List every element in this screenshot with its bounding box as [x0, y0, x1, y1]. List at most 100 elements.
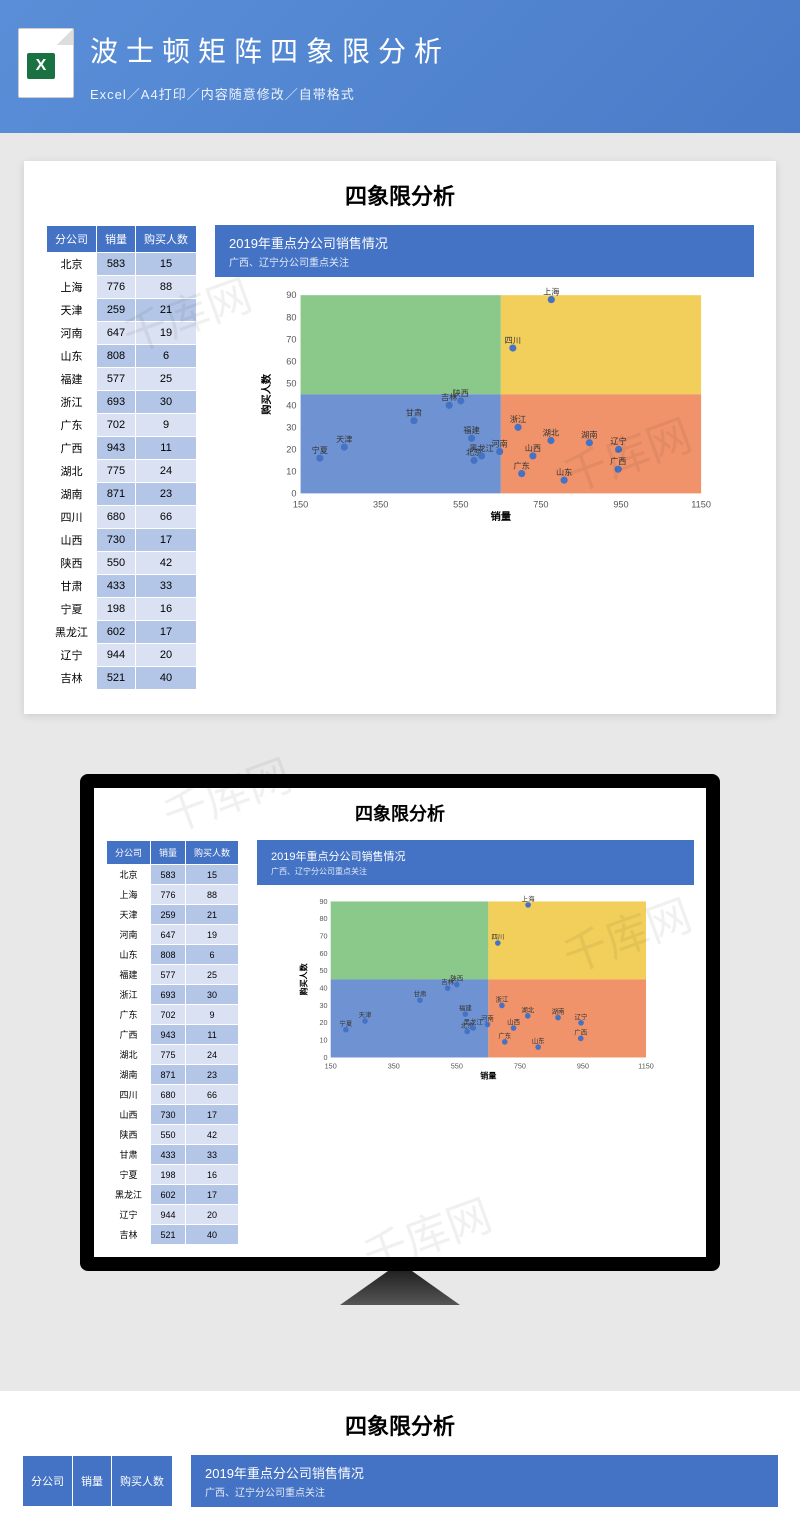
svg-text:90: 90 — [286, 290, 296, 300]
hero-banner: 波士顿矩阵四象限分析 Excel／A4打印／内容随意修改／自带格式 — [0, 0, 800, 133]
svg-text:350: 350 — [388, 1062, 400, 1071]
col-buyers: 购买人数 — [136, 226, 197, 253]
table-row: 湖北77524 — [107, 1045, 239, 1065]
svg-text:山东: 山东 — [532, 1036, 545, 1045]
table-row: 上海77688 — [47, 276, 197, 299]
table-row: 天津25921 — [47, 299, 197, 322]
svg-text:辽宁: 辽宁 — [610, 436, 626, 446]
table-row: 湖南87123 — [107, 1065, 239, 1085]
svg-text:天津: 天津 — [336, 434, 352, 444]
svg-text:湖北: 湖北 — [521, 1005, 534, 1014]
svg-text:河南: 河南 — [491, 438, 507, 448]
table-row: 北京58315 — [47, 253, 197, 276]
svg-text:上海: 上海 — [522, 895, 535, 903]
table-row: 福建57725 — [47, 368, 197, 391]
svg-text:福建: 福建 — [459, 1003, 472, 1012]
table-row: 山西73017 — [47, 529, 197, 552]
table-row: 福建57725 — [107, 965, 239, 985]
chart-panel: 2019年重点分公司销售情况 广西、辽宁分公司重点关注 010203040506… — [215, 225, 754, 690]
svg-text:四川: 四川 — [491, 933, 504, 941]
monitor-card-title: 四象限分析 — [106, 800, 694, 826]
svg-text:80: 80 — [319, 914, 327, 923]
preview-card: 四象限分析 分公司 销量 购买人数 北京58315上海77688天津25921河… — [24, 161, 776, 714]
svg-text:80: 80 — [286, 312, 296, 322]
svg-text:上海: 上海 — [543, 287, 559, 296]
svg-text:四川: 四川 — [505, 336, 521, 345]
svg-text:山东: 山东 — [556, 467, 572, 477]
svg-text:广西: 广西 — [610, 456, 626, 466]
footer-preview: 四象限分析 分公司 销量 购买人数 2019年重点分公司销售情况 广西、辽宁分公… — [0, 1391, 800, 1515]
table-row: 湖北77524 — [47, 460, 197, 483]
monitor-data-table: 分公司 销量 购买人数 北京58315上海77688天津25921河南64719… — [106, 840, 239, 1245]
svg-text:0: 0 — [324, 1053, 328, 1062]
svg-text:750: 750 — [514, 1062, 526, 1071]
table-row: 山东8086 — [107, 945, 239, 965]
chart-subtitle: 广西、辽宁分公司重点关注 — [229, 254, 740, 269]
svg-text:0: 0 — [291, 488, 296, 498]
table-row: 湖南87123 — [47, 483, 197, 506]
monitor-mockup: 四象限分析 分公司 销量 购买人数 北京58315上海77688天津25921河… — [24, 774, 776, 1271]
svg-text:黑龙江: 黑龙江 — [464, 1017, 484, 1026]
table-row: 甘肃43333 — [47, 575, 197, 598]
svg-text:宁夏: 宁夏 — [339, 1019, 352, 1028]
svg-text:70: 70 — [319, 932, 327, 941]
table-body: 北京58315上海77688天津25921河南64719山东8086福建5772… — [47, 253, 197, 690]
svg-text:150: 150 — [325, 1062, 337, 1071]
chart-header: 2019年重点分公司销售情况 广西、辽宁分公司重点关注 — [215, 225, 754, 277]
svg-text:河南: 河南 — [481, 1014, 494, 1023]
footer-table: 分公司 销量 购买人数 — [22, 1455, 173, 1507]
svg-text:750: 750 — [533, 500, 548, 510]
svg-text:60: 60 — [319, 949, 327, 958]
svg-text:山西: 山西 — [525, 443, 541, 453]
page-title: 波士顿矩阵四象限分析 — [90, 30, 770, 70]
excel-file-icon — [18, 28, 74, 98]
table-row: 山东8086 — [47, 345, 197, 368]
table-row: 天津25921 — [107, 905, 239, 925]
table-row: 广东7029 — [47, 414, 197, 437]
table-row: 山西73017 — [107, 1105, 239, 1125]
table-row: 辽宁94420 — [47, 644, 197, 667]
table-row: 广东7029 — [107, 1005, 239, 1025]
table-row: 浙江69330 — [47, 391, 197, 414]
svg-text:550: 550 — [453, 500, 468, 510]
table-row: 黑龙江60217 — [107, 1185, 239, 1205]
monitor-chart-header: 2019年重点分公司销售情况 广西、辽宁分公司重点关注 — [257, 840, 694, 885]
table-row: 浙江69330 — [107, 985, 239, 1005]
data-table: 分公司 销量 购买人数 北京58315上海77688天津25921河南64719… — [46, 225, 197, 690]
svg-text:10: 10 — [319, 1036, 327, 1045]
svg-text:浙江: 浙江 — [510, 414, 526, 424]
svg-text:150: 150 — [293, 500, 308, 510]
svg-text:40: 40 — [319, 984, 327, 993]
svg-text:福建: 福建 — [463, 425, 479, 435]
svg-text:黑龙江: 黑龙江 — [469, 443, 493, 453]
table-row: 广西94311 — [47, 437, 197, 460]
table-row: 黑龙江60217 — [47, 621, 197, 644]
svg-text:天津: 天津 — [359, 1011, 372, 1019]
table-row: 上海77688 — [107, 885, 239, 905]
table-row: 北京58315 — [107, 865, 239, 885]
svg-text:销量: 销量 — [491, 510, 511, 522]
table-row: 四川68066 — [107, 1085, 239, 1105]
svg-text:购买人数: 购买人数 — [260, 373, 273, 415]
col-sales: 销量 — [97, 226, 136, 253]
svg-text:湖北: 湖北 — [543, 428, 559, 437]
table-row: 广西94311 — [107, 1025, 239, 1045]
table-row: 河南64719 — [107, 925, 239, 945]
svg-text:90: 90 — [319, 897, 327, 906]
svg-text:950: 950 — [577, 1062, 589, 1071]
svg-text:广西: 广西 — [574, 1027, 587, 1036]
table-header-row: 分公司 销量 购买人数 — [47, 226, 197, 253]
table-row: 吉林52140 — [107, 1225, 239, 1245]
footer-chart-header: 2019年重点分公司销售情况 广西、辽宁分公司重点关注 — [191, 1455, 778, 1507]
svg-text:10: 10 — [286, 466, 296, 476]
svg-text:550: 550 — [451, 1062, 463, 1071]
svg-text:40: 40 — [286, 400, 296, 410]
svg-text:广东: 广东 — [514, 460, 530, 470]
svg-text:湖南: 湖南 — [581, 430, 597, 440]
svg-text:30: 30 — [286, 422, 296, 432]
page-subtitle: Excel／A4打印／内容随意修改／自带格式 — [90, 84, 770, 103]
table-row: 河南64719 — [47, 322, 197, 345]
svg-text:1150: 1150 — [691, 500, 711, 510]
svg-text:60: 60 — [286, 356, 296, 366]
svg-text:吉林: 吉林 — [441, 977, 454, 986]
